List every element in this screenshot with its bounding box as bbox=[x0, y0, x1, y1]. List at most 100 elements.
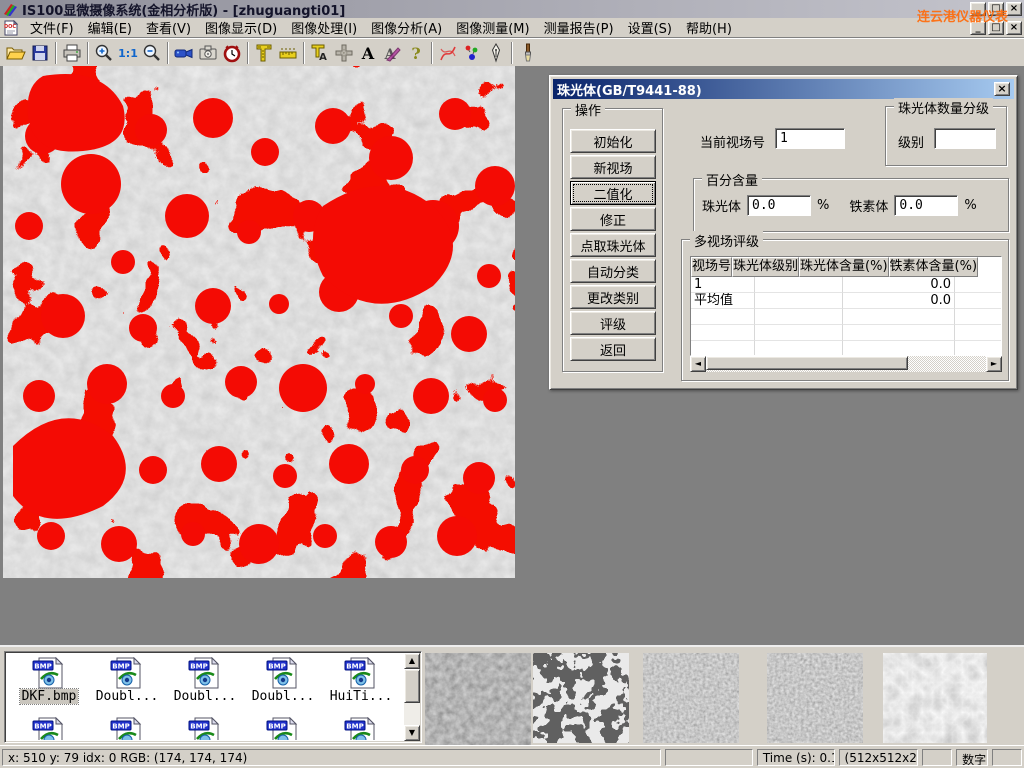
video-camera-icon[interactable] bbox=[172, 41, 196, 65]
rating-table-header-row: 视场号 珠光体级别 珠光体含量(%) 铁素体含量(%) bbox=[691, 257, 1001, 277]
open-icon[interactable] bbox=[4, 41, 28, 65]
operation-button[interactable]: 返回 bbox=[570, 337, 656, 361]
classify-points-icon[interactable] bbox=[460, 41, 484, 65]
operation-button[interactable]: 修正 bbox=[570, 207, 656, 231]
brush-icon[interactable] bbox=[516, 41, 540, 65]
file-item[interactable]: BMP bbox=[13, 714, 85, 740]
micrograph-thumbnail[interactable] bbox=[767, 653, 863, 743]
menu-item[interactable]: 编辑(E) bbox=[81, 16, 139, 39]
rating-table-header-cell[interactable]: 视场号 bbox=[691, 257, 732, 277]
actual-size-icon[interactable]: 1:1 bbox=[116, 41, 140, 65]
spline-icon[interactable] bbox=[436, 41, 460, 65]
current-field-input[interactable] bbox=[775, 128, 845, 149]
dialog-title-bar[interactable]: 珠光体(GB/T9441-88) × bbox=[553, 79, 1014, 99]
menu-item[interactable]: 图像显示(D) bbox=[198, 16, 284, 39]
scroll-right-icon[interactable]: ► bbox=[986, 356, 1002, 372]
scroll-thumb[interactable] bbox=[706, 356, 908, 370]
mdi-close-button[interactable]: × bbox=[1006, 21, 1022, 35]
scroll-down-icon[interactable]: ▼ bbox=[404, 725, 420, 741]
operation-button[interactable]: 自动分类 bbox=[570, 259, 656, 283]
operation-button[interactable]: 初始化 bbox=[570, 129, 656, 153]
file-item[interactable]: BMP DKF.bmp bbox=[13, 654, 85, 704]
toolbar-separator bbox=[247, 42, 249, 64]
maximize-button[interactable]: □ bbox=[988, 2, 1004, 16]
micrograph-thumbnail[interactable] bbox=[883, 653, 987, 743]
pen-icon[interactable] bbox=[484, 41, 508, 65]
caliper-icon[interactable] bbox=[252, 41, 276, 65]
scroll-thumb[interactable] bbox=[404, 669, 420, 703]
file-browser[interactable]: BMP DKF.bmp bbox=[4, 651, 422, 743]
level-input[interactable] bbox=[934, 128, 996, 149]
minimize-button[interactable]: _ bbox=[970, 2, 986, 16]
cell-grade bbox=[755, 277, 843, 293]
cursor-position-status: x: 510 y: 79 idx: 0 RGB: (174, 174, 174) bbox=[2, 749, 661, 766]
text-icon[interactable]: A bbox=[356, 41, 380, 65]
svg-text:BMP: BMP bbox=[346, 663, 363, 671]
cell-field: 平均值 bbox=[691, 293, 755, 309]
menu-item[interactable]: 图像处理(I) bbox=[284, 16, 364, 39]
rating-table-header-cell[interactable]: 铁素体含量(%) bbox=[889, 257, 979, 277]
menu-item[interactable]: 查看(V) bbox=[139, 16, 198, 39]
save-icon[interactable] bbox=[28, 41, 52, 65]
rating-table-row[interactable]: 1 0.0 bbox=[691, 277, 1001, 293]
rating-table-row[interactable]: 平均值 0.0 bbox=[691, 293, 1001, 309]
percentage-field-input[interactable] bbox=[894, 195, 958, 216]
percentage-unit-label: % bbox=[964, 198, 976, 213]
percentage-field-input[interactable] bbox=[747, 195, 811, 216]
file-browser-scrollbar[interactable]: ▲ ▼ bbox=[404, 653, 420, 741]
scroll-track[interactable] bbox=[706, 356, 986, 372]
mdi-restore-button[interactable]: □ bbox=[988, 21, 1004, 35]
timer-icon[interactable] bbox=[220, 41, 244, 65]
register-cross-icon[interactable] bbox=[332, 41, 356, 65]
operation-button[interactable]: 二值化 bbox=[570, 181, 656, 205]
metallographic-image[interactable] bbox=[3, 66, 515, 578]
menu-item[interactable]: 测量报告(P) bbox=[537, 16, 621, 39]
measure-label-icon[interactable]: A bbox=[308, 41, 332, 65]
close-button[interactable]: × bbox=[1006, 2, 1022, 16]
operation-button[interactable]: 评级 bbox=[570, 311, 656, 335]
edit-text-icon[interactable]: A bbox=[380, 41, 404, 65]
zoom-in-icon[interactable] bbox=[92, 41, 116, 65]
file-item[interactable]: BMP bbox=[169, 714, 241, 740]
operation-button[interactable]: 更改类别 bbox=[570, 285, 656, 309]
file-item[interactable]: BMP bbox=[247, 714, 319, 740]
micrograph-thumbnail[interactable] bbox=[643, 653, 739, 743]
menu-item[interactable]: 帮助(H) bbox=[679, 16, 739, 39]
operation-button[interactable]: 点取珠光体 bbox=[570, 233, 656, 257]
percentage-field-label: 铁素体 bbox=[849, 196, 888, 215]
rating-table-header-cell[interactable]: 珠光体含量(%) bbox=[799, 257, 889, 277]
toolbar-separator bbox=[87, 42, 89, 64]
zoom-out-icon[interactable] bbox=[140, 41, 164, 65]
bmp-file-icon: BMP bbox=[32, 657, 66, 689]
scroll-up-icon[interactable]: ▲ bbox=[404, 653, 420, 669]
micrograph-thumbnail[interactable] bbox=[425, 653, 529, 743]
menu-item[interactable]: 文件(F) bbox=[23, 16, 81, 39]
rating-table[interactable]: 视场号 珠光体级别 珠光体含量(%) 铁素体含量(%) 1 0.0 bbox=[690, 256, 1002, 356]
mdi-minimize-button[interactable]: _ bbox=[970, 21, 986, 35]
menu-item[interactable]: 图像分析(A) bbox=[364, 16, 449, 39]
file-item[interactable]: BMP HuiTi... bbox=[325, 654, 397, 704]
mode-status: 数字 bbox=[956, 749, 988, 766]
menu-item[interactable]: 图像测量(M) bbox=[449, 16, 536, 39]
file-item[interactable]: BMP Doubl... bbox=[91, 654, 163, 704]
help-icon[interactable]: ? bbox=[404, 41, 428, 65]
file-item[interactable]: BMP bbox=[325, 714, 397, 740]
menu-item[interactable]: 设置(S) bbox=[621, 16, 679, 39]
operation-button[interactable]: 新视场 bbox=[570, 155, 656, 179]
operations-group: 操作 初始化 新视场 二值化 修正 点取珠光体 自动分类 更改类别 评级 bbox=[562, 108, 663, 372]
file-item[interactable]: BMP bbox=[91, 714, 163, 740]
scroll-left-icon[interactable]: ◄ bbox=[690, 356, 706, 372]
svg-text:A: A bbox=[319, 52, 327, 63]
print-icon[interactable] bbox=[60, 41, 84, 65]
bmp-file-icon: BMP bbox=[188, 717, 222, 740]
file-item[interactable]: BMP Doubl... bbox=[169, 654, 241, 704]
dialog-close-icon[interactable]: × bbox=[994, 82, 1010, 96]
micrograph-thumbnail[interactable] bbox=[533, 653, 629, 743]
camera-icon[interactable] bbox=[196, 41, 220, 65]
file-name: Doubl... bbox=[250, 689, 317, 704]
cell-ferrite bbox=[955, 293, 1002, 309]
rating-table-hscrollbar[interactable]: ◄ ► bbox=[690, 356, 1002, 372]
file-item[interactable]: BMP Doubl... bbox=[247, 654, 319, 704]
rating-table-header-cell[interactable]: 珠光体级别 bbox=[732, 257, 799, 277]
ruler-icon[interactable] bbox=[276, 41, 300, 65]
